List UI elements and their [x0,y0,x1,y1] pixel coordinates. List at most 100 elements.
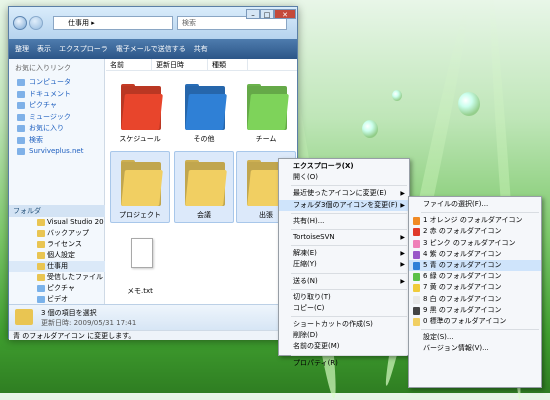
favorite-link[interactable]: 検索 [15,135,98,147]
favorite-link[interactable]: ピクチャ [15,100,98,112]
context-menu-item[interactable]: 最近使ったアイコンに変更(E) ▶ [279,188,409,199]
context-menu-item[interactable]: 開く(O) [279,172,409,183]
context-menu-item[interactable]: 圧縮(Y) ▶ [279,259,409,270]
menu-item-label: フォルダ3個のアイコンを変更(F) [293,200,398,209]
menu-item-label: 送る(N) [293,276,318,285]
folder-icon [121,160,163,206]
toolbar-item-label: 整理 [15,45,29,53]
menu-separator [291,228,407,230]
folder-color-icon [413,228,420,237]
submenu-item[interactable]: 5 青 のフォルダアイコン [409,259,541,272]
file-item[interactable]: 会議 [174,151,234,223]
submenu-item[interactable]: 0 標準のフォルダアイコン [409,316,541,327]
context-menu-item[interactable]: TortoiseSVN ▶ [279,232,409,243]
submenu-item-label: 7 黄 のフォルダアイコン [423,283,502,292]
tree-node[interactable]: ピクチャ [9,283,105,294]
navigation-pane: お気に入りリンク コンピュータ ドキュメント ピクチャ ミュージック お気に入り 検索 Su… [9,59,105,314]
address-bar[interactable]: 仕事用 ▸ [53,16,173,30]
back-button[interactable] [13,16,27,30]
context-menu-item[interactable]: 削除(D) [279,330,409,341]
file-item[interactable]: メモ.txt [110,227,170,299]
context-menu-item[interactable]: フォルダ3個のアイコンを変更(F) ▶ [279,199,409,211]
submenu-item[interactable]: ファイルの選択(F)... [409,199,541,210]
submenu-item[interactable]: 4 紫 のフォルダアイコン [409,249,541,260]
folder-color-icon [413,317,420,326]
context-menu-item[interactable]: コピー(C) [279,303,409,314]
file-item[interactable]: その他 [174,75,234,147]
icon-submenu: ファイルの選択(F)... 1 オレンジ のフォルダアイコン 2 赤 のフォルダアイ… [408,196,542,388]
menu-item-label: エクスプローラ(X) [293,162,354,170]
column-header[interactable]: 更新日時 [152,59,208,70]
folder-icon [121,84,163,130]
folder-color-icon [413,250,420,259]
tree-node[interactable]: 仕事用 [9,261,105,272]
status-bar: 青 のフォルダアイコン に変更します。 [9,330,297,340]
tree-node[interactable]: Visual Studio 20 [9,217,105,228]
forward-button[interactable] [29,16,43,30]
submenu-item[interactable]: 3 ピンク のフォルダアイコン [409,238,541,249]
toolbar-item[interactable]: 整理 [15,44,29,54]
column-headers: 名前 更新日時 種類 [106,59,297,71]
file-label: スケジュール [119,135,161,143]
file-item[interactable]: チーム [236,75,296,147]
submenu-arrow-icon: ▶ [400,190,405,198]
folders-header[interactable]: フォルダ [9,205,105,217]
tree-node[interactable]: バックアップ [9,228,105,239]
submenu-item[interactable]: バージョン情報(V)... [409,343,541,354]
tree-node[interactable]: ライセンス [9,239,105,250]
menu-item-label: 開く(O) [293,173,318,182]
folder-color-icon [413,284,420,293]
submenu-item[interactable]: 1 オレンジ のフォルダアイコン [409,215,541,226]
toolbar-item[interactable]: 表示 [37,44,51,54]
favorites-header: お気に入りリンク [15,64,71,72]
file-label: メモ.txt [127,287,153,295]
menu-item-label: コピー(C) [293,303,325,312]
maximize-button[interactable]: □ [260,9,274,19]
context-menu-item[interactable]: 送る(N) ▶ [279,276,409,287]
submenu-item[interactable]: 9 黒 のフォルダアイコン [409,305,541,316]
menu-item-label: 名前の変更(M) [293,342,340,351]
menu-item-label: 削除(D) [293,331,318,340]
favorite-link[interactable]: ミュージック [15,112,98,124]
submenu-item-label: 6 緑 のフォルダアイコン [423,272,502,281]
context-menu-item[interactable]: 切り取り(T) [279,292,409,303]
toolbar-item[interactable]: 共有 [194,44,208,54]
toolbar-item-label: 共有 [193,45,208,53]
context-menu-item[interactable]: エクスプローラ(X) [279,161,409,172]
folder-color-icon [413,273,420,282]
submenu-item-label: 0 標準のフォルダアイコン [423,316,507,325]
submenu-item-label: 3 ピンク のフォルダアイコン [423,238,516,247]
submenu-item-label: 8 白 のフォルダアイコン [423,294,502,303]
file-item[interactable]: スケジュール [110,75,170,147]
context-menu-item[interactable]: プロパティ(R) [279,358,409,369]
menu-separator [291,354,407,356]
submenu-item[interactable]: 設定(S)... [409,332,541,343]
close-button[interactable]: ✕ [274,9,296,19]
submenu-item[interactable]: 6 緑 のフォルダアイコン [409,271,541,282]
folder-color-icon [413,217,420,226]
minimize-button[interactable]: – [246,9,260,19]
favorite-link[interactable]: コンピュータ [15,77,98,89]
column-header[interactable]: 名前 [106,59,152,70]
toolbar-item[interactable]: 電子メールで送信する [116,44,186,54]
favorite-link[interactable]: Surviveplus.net [15,146,98,158]
menu-separator [291,316,407,318]
toolbar-item[interactable]: エクスプローラ [59,44,108,54]
column-header[interactable]: 種類 [208,59,248,70]
context-menu-item[interactable]: 解凍(E) ▶ [279,248,409,259]
context-menu-item[interactable]: 共有(H)... [279,216,409,227]
favorite-link[interactable]: お気に入り [15,123,98,135]
submenu-item[interactable]: 2 赤 のフォルダアイコン [409,226,541,237]
tree-node[interactable]: 個人設定 [9,250,105,261]
favorite-link[interactable]: ドキュメント [15,89,98,101]
folder-color-icon [413,306,420,315]
context-menu-item[interactable]: ショートカットの作成(S) [279,319,409,330]
submenu-item[interactable]: 7 黄 のフォルダアイコン [409,282,541,293]
context-menu-item[interactable]: 名前の変更(M) [279,341,409,352]
tree-node[interactable]: 受信したファイル [9,272,105,283]
submenu-item[interactable]: 8 白 のフォルダアイコン [409,294,541,305]
file-item[interactable]: プロジェクト [110,151,170,223]
toolbar-item-label: 表示 [37,45,51,53]
file-label: チーム [255,135,277,143]
menu-item-label: 切り取り(T) [293,292,331,301]
